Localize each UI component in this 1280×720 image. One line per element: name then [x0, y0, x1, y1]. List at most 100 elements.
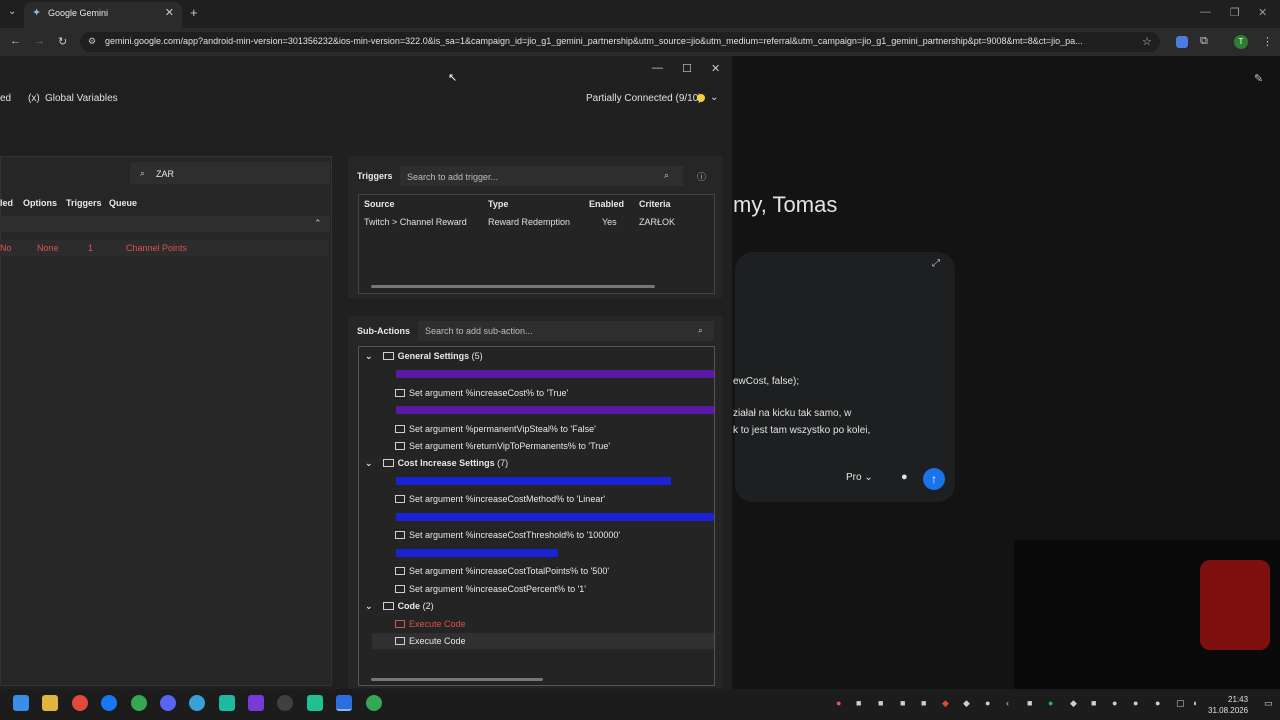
subaction-search-icon[interactable]: ⌕ [698, 325, 703, 336]
tray-app-icon[interactable]: ■ [878, 698, 883, 708]
discord-icon[interactable] [160, 695, 176, 711]
browser-minimize-icon[interactable]: — [1200, 6, 1211, 18]
forward-icon[interactable]: → [34, 35, 45, 47]
tray-notification-icon[interactable]: ▭ [1264, 698, 1273, 709]
new-tab-icon[interactable]: + [190, 5, 198, 20]
comment-row[interactable] [396, 406, 714, 414]
tray-pin-icon[interactable]: ● [836, 698, 841, 708]
col-enabled-header[interactable]: led [0, 198, 13, 208]
col-options-header[interactable]: Options [23, 198, 57, 208]
subaction-row[interactable]: Set argument %increaseCostThreshold% to … [395, 530, 620, 540]
tray-spotify-icon[interactable]: ● [1048, 698, 1053, 708]
tray-app-icon[interactable]: ■ [856, 698, 861, 708]
subaction-row[interactable]: Set argument %increaseCostPercent% to '1… [395, 584, 586, 594]
tray-network-icon[interactable]: ▢ [1176, 698, 1185, 709]
streamerbot-taskbar-icon[interactable] [336, 695, 352, 711]
trigger-col-source[interactable]: Source [364, 199, 395, 209]
subaction-row[interactable]: Set argument %returnVipToPermanents% to … [395, 441, 610, 451]
model-selector[interactable]: Pro ⌄ [846, 472, 873, 483]
url-text[interactable]: gemini.google.com/app?android-min-versio… [105, 36, 1135, 46]
tray-app-icon[interactable]: ■ [1091, 698, 1096, 708]
tray-app-icon[interactable]: ‹ [1006, 698, 1009, 708]
trigger-criteria-cell[interactable]: ZARŁOK [639, 217, 675, 227]
subaction-row[interactable]: Set argument %increaseCostMethod% to 'Li… [395, 494, 605, 504]
taskbar-clock[interactable]: 21:43 31.08.2026 [1208, 694, 1248, 716]
new-chat-edit-icon[interactable]: ✎ [1254, 72, 1263, 85]
trigger-col-enabled[interactable]: Enabled [589, 199, 624, 209]
trigger-search-icon[interactable]: ⌕ [664, 170, 669, 181]
app-waveform-icon[interactable] [219, 695, 235, 711]
actions-search-value[interactable]: ZAR [156, 169, 174, 179]
subaction-row-selected[interactable]: Execute Code [395, 636, 466, 646]
col-triggers-header[interactable]: Triggers [66, 198, 102, 208]
extensions-puzzle-icon[interactable]: ⧉ [1200, 35, 1208, 48]
collapse-chevron-icon[interactable]: ⌃ [314, 218, 322, 229]
trigger-col-type[interactable]: Type [488, 199, 508, 209]
tab-search-icon[interactable]: ⌄ [8, 6, 16, 17]
app-c-icon[interactable] [189, 695, 205, 711]
triggers-hscrollbar[interactable] [371, 285, 655, 288]
expand-icon[interactable]: ⤢ [932, 258, 940, 269]
comment-row[interactable] [396, 513, 714, 521]
tray-app-icon[interactable]: ◆ [1070, 698, 1077, 709]
sb-maximize-icon[interactable]: ☐ [682, 62, 692, 75]
sb-close-icon[interactable]: ✕ [711, 62, 720, 75]
tab-close-icon[interactable]: ✕ [165, 6, 174, 19]
tray-volume-icon[interactable]: ◖ [1192, 698, 1197, 708]
tray-app-icon[interactable]: ■ [921, 698, 926, 708]
subaction-row[interactable]: Set argument %increaseCostTotalPoints% t… [395, 566, 609, 576]
extension-shield-icon[interactable] [1176, 36, 1188, 48]
start-windows-icon[interactable] [13, 695, 29, 711]
global-variables-icon[interactable]: (x) [28, 93, 40, 104]
subaction-row[interactable]: Set argument %increaseCost% to 'True' [395, 388, 568, 398]
subaction-row-disabled[interactable]: Execute Code [395, 619, 466, 629]
chrome-taskbar-icon[interactable] [366, 695, 382, 711]
subaction-row[interactable]: Set argument %permanentVipSteal% to 'Fal… [395, 424, 596, 434]
tray-mic-icon[interactable]: ● [1155, 698, 1160, 708]
group-code[interactable]: ⌄ Code (2) [365, 601, 434, 612]
file-explorer-icon[interactable] [42, 695, 58, 711]
tray-app-icon[interactable]: ● [1112, 698, 1117, 708]
menu-global-variables[interactable]: Global Variables [45, 93, 118, 104]
browser-tab-gemini[interactable]: ✦ Google Gemini ✕ [24, 2, 182, 28]
connection-status[interactable]: Partially Connected (9/10) [586, 93, 702, 104]
send-button[interactable]: ↑ [923, 468, 945, 490]
site-info-icon[interactable]: ⚙ [88, 36, 96, 47]
tray-app-icon[interactable]: ◆ [963, 698, 970, 709]
app-obs-icon[interactable] [277, 695, 293, 711]
back-icon[interactable]: ← [10, 35, 21, 47]
group-cost-increase-settings[interactable]: ⌄ Cost Increase Settings (7) [365, 458, 508, 469]
trigger-type-cell[interactable]: Reward Redemption [488, 217, 570, 227]
comment-row[interactable] [396, 549, 558, 557]
tray-shield-icon[interactable]: ◆ [942, 698, 949, 709]
browser-maximize-icon[interactable]: ❐ [1230, 6, 1240, 19]
tray-app-icon[interactable]: ■ [1027, 698, 1032, 708]
trigger-info-icon[interactable]: ⓘ [697, 170, 706, 183]
menu-item-partial[interactable]: ed [0, 93, 11, 104]
tray-app-icon[interactable]: ■ [900, 698, 905, 708]
tray-app-icon[interactable]: ● [985, 698, 990, 708]
app-bars-icon[interactable] [307, 695, 323, 711]
trigger-source-cell[interactable]: Twitch > Channel Reward [364, 217, 467, 227]
connection-chevron-icon[interactable]: ⌄ [710, 92, 718, 103]
profile-avatar[interactable]: T [1234, 35, 1248, 49]
subactions-hscrollbar[interactable] [371, 678, 543, 681]
chrome-profile-icon[interactable] [131, 695, 147, 711]
browser-close-icon[interactable]: ✕ [1258, 6, 1267, 19]
trigger-col-criteria[interactable]: Criteria [639, 199, 671, 209]
facebook-icon[interactable] [101, 695, 117, 711]
chrome-icon[interactable] [72, 695, 88, 711]
reload-icon[interactable]: ↻ [58, 35, 67, 48]
browser-menu-icon[interactable]: ⋮ [1262, 35, 1273, 48]
app-grid-icon[interactable] [248, 695, 264, 711]
group-general-settings[interactable]: ⌄ General Settings (5) [365, 351, 483, 362]
tray-app-icon[interactable]: ● [1133, 698, 1138, 708]
action-group-row[interactable] [0, 216, 330, 232]
microphone-icon[interactable]: ● [901, 471, 908, 483]
bookmark-star-icon[interactable]: ☆ [1142, 35, 1152, 48]
sb-minimize-icon[interactable]: — [652, 62, 663, 74]
trigger-enabled-cell[interactable]: Yes [602, 217, 617, 227]
comment-row[interactable] [396, 370, 714, 378]
col-queue-header[interactable]: Queue [109, 198, 137, 208]
comment-row[interactable] [396, 477, 671, 485]
